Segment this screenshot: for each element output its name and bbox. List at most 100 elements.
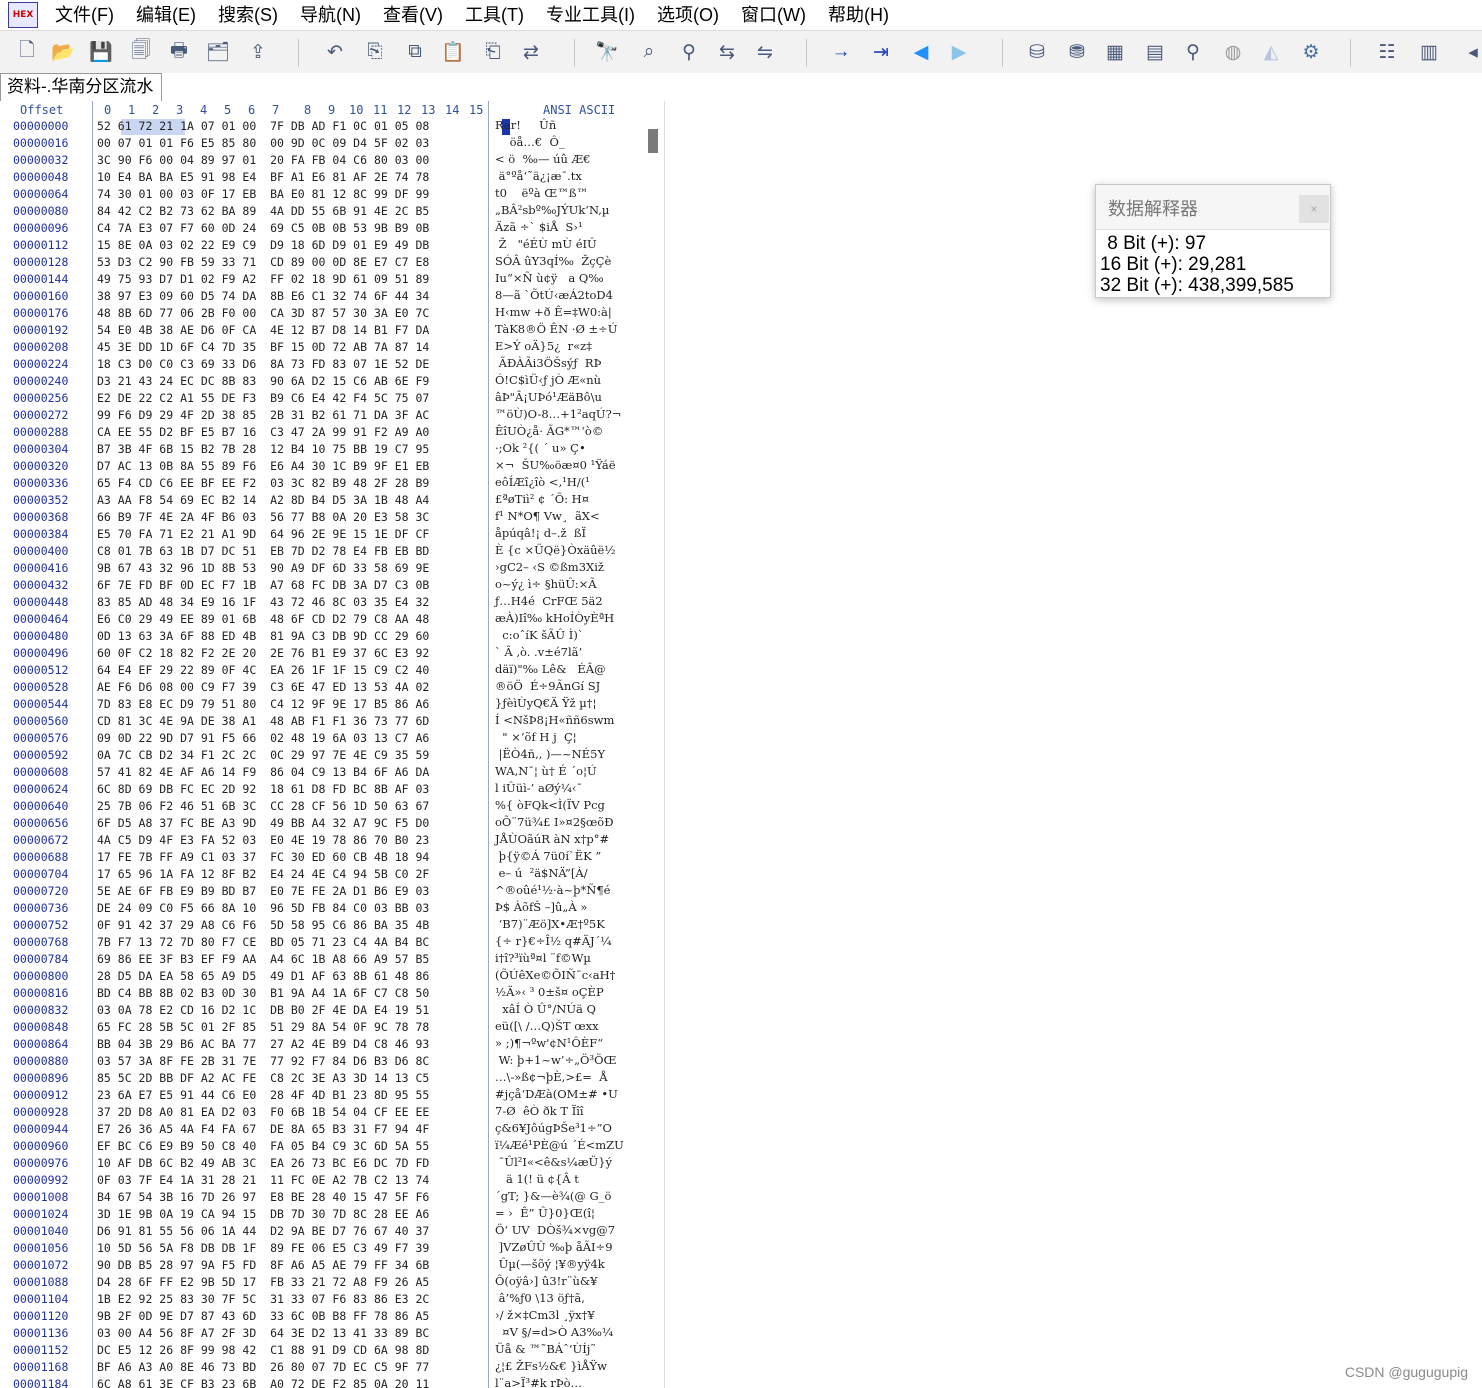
row-ascii[interactable]: ^®oûé¹½·à~þ*Ñ¶é	[495, 883, 610, 897]
chart-icon[interactable]: ◭	[1256, 37, 1286, 67]
row-ascii[interactable]: ï¼Æé¹PÈ@ú ´É<mZU	[495, 1138, 624, 1152]
row-ascii[interactable]: 7-Ø êÒ ðk T Ïîî	[495, 1104, 584, 1118]
row-ascii[interactable]: Ö‘ UV DÒš¾×vg@7	[495, 1223, 615, 1237]
row-hex-bytes[interactable]: 48 8B 6D 77 06 2B F0 00 CA 3D 87 57 30 3…	[97, 305, 429, 322]
row-hex-bytes[interactable]: CD 81 3C 4E 9A DE 38 A1 48 AB F1 F1 36 7…	[97, 713, 429, 730]
row-hex-bytes[interactable]: D4 28 6F FF E2 9B 5D 17 FB 33 21 72 A8 F…	[97, 1274, 429, 1291]
close-icon[interactable]: ×	[1299, 195, 1329, 223]
row-ascii[interactable]: %{ òFQk<Ì(ÏV Pcg	[495, 798, 605, 812]
row-hex-bytes[interactable]: D6 91 81 55 56 06 1A 44 D2 9A BE D7 76 6…	[97, 1223, 429, 1240]
row-ascii[interactable]: ç&6¥JôúgÞŠe³1÷”O	[495, 1121, 612, 1135]
save-all-icon[interactable]: 🗐	[126, 37, 156, 67]
row-ascii[interactable]: xâÍ Ò Û°/NÚä Q	[495, 1002, 596, 1016]
disk-add-icon[interactable]: ⛃	[1062, 37, 1092, 67]
row-hex-bytes[interactable]: BF A6 A3 A0 8E 46 73 BD 26 80 07 7D EC C…	[97, 1359, 429, 1376]
row-ascii[interactable]: £ªøTiì² ¢ ´Õ: H¤	[495, 492, 589, 506]
row-hex-bytes[interactable]: 03 57 3A 8F FE 2B 31 7E 77 92 F7 84 D6 B…	[97, 1053, 429, 1070]
row-hex-bytes[interactable]: AE F6 D6 08 00 C9 F7 39 C3 6E 47 ED 13 5…	[97, 679, 429, 696]
row-ascii[interactable]: Iu“×Ñ ù¢ÿ a Q‰	[495, 271, 604, 285]
row-hex-bytes[interactable]: E7 26 36 A5 4A F4 FA 67 DE 8A 65 B3 31 F…	[97, 1121, 429, 1138]
row-ascii[interactable]: f¹ N*O¶ Vw¸ ãX<	[495, 509, 600, 523]
row-ascii[interactable]: däï)"‰ Lê& ÉÂ@	[495, 662, 606, 676]
row-hex-bytes[interactable]: 6C A8 61 3E CF B3 23 6B A0 72 DE F2 85 0…	[97, 1376, 429, 1388]
row-ascii[interactable]: » ;)¶¬ºw'¢N¹ÔÈF“	[495, 1036, 603, 1050]
row-ascii[interactable]: ·;Ok ²{( ´ u» Ç•	[495, 441, 586, 455]
copy-icon[interactable]: ⎘	[360, 37, 390, 67]
row-hex-bytes[interactable]: 17 FE 7B FF A9 C1 03 37 FC 30 ED 60 CB 4…	[97, 849, 429, 866]
paste-write-icon[interactable]: ⎗	[478, 37, 508, 67]
disk-open-icon[interactable]: ⛁	[1022, 37, 1052, 67]
replace-hex-icon[interactable]: ⇋	[750, 37, 780, 67]
calculator-icon[interactable]: ▤	[1140, 37, 1170, 67]
row-hex-bytes[interactable]: 37 2D D8 A0 81 EA D2 03 F0 6B 1B 54 04 C…	[97, 1104, 429, 1121]
row-ascii[interactable]: Ûµ(—šõý ¦¥®yÿ4k	[495, 1257, 605, 1271]
globe-icon[interactable]: ◍	[1218, 37, 1248, 67]
row-hex-bytes[interactable]: E5 70 FA 71 E2 21 A1 9D 64 96 2E 9E 15 1…	[97, 526, 429, 543]
menu-item[interactable]: 导航(N)	[289, 0, 372, 30]
row-hex-bytes[interactable]: 7D 83 E8 EC D9 79 51 80 C4 12 9F 9E 17 B…	[97, 696, 429, 713]
row-ascii[interactable]: „BÂ²sbº‰JÝUk‘N,µ	[495, 203, 609, 217]
more-arrow-icon[interactable]: ◂	[1458, 37, 1482, 67]
menu-item[interactable]: 编辑(E)	[125, 0, 207, 30]
data-interpreter-panel[interactable]: 数据解释器 × 8 Bit (+): 97 16 Bit (+): 29,281…	[1095, 184, 1331, 298]
row-hex-bytes[interactable]: 28 D5 DA EA 58 65 A9 D5 49 D1 AF 63 8B 6…	[97, 968, 429, 985]
goto-position-icon[interactable]: ⇥	[866, 37, 896, 67]
row-hex-bytes[interactable]: 17 65 96 1A FA 12 8F B2 E4 24 4E C4 94 5…	[97, 866, 429, 883]
row-ascii[interactable]: âÞ"Â¡UÞó¹ÆäBô\u	[495, 390, 602, 404]
row-ascii[interactable]: ½Ä»‹ ³ 0±š¤ oÇÈP	[495, 985, 604, 999]
row-hex-bytes[interactable]: 3D 1E 9B 0A 19 CA 94 15 DB 7D 30 7D 8C 2…	[97, 1206, 429, 1223]
row-ascii[interactable]: ®öÖ É÷9ÃnGí SJ	[495, 679, 600, 693]
row-hex-bytes[interactable]: 85 5C 2D BB DF A2 AC FE C8 2C 3E A3 3D 1…	[97, 1070, 429, 1087]
row-ascii[interactable]: Þ$ ÀõfŠ –]û„À »	[495, 900, 587, 914]
undo-icon[interactable]: ↶	[320, 37, 350, 67]
row-ascii[interactable]: eü([\ /…Q)ŠT œxx	[495, 1019, 599, 1033]
row-ascii[interactable]: Ó!C$ìÜ‹ƒ jÒ Æ«nù	[495, 373, 601, 387]
row-hex-bytes[interactable]: D3 21 43 24 EC DC 8B 83 90 6A D2 15 C6 A…	[97, 373, 429, 390]
upload-icon[interactable]: ⇪	[243, 37, 273, 67]
view-options-icon[interactable]: ☷	[1372, 37, 1402, 67]
row-ascii[interactable]: E>Ý oÄ}5¿ r«z‡	[495, 339, 592, 353]
row-ascii[interactable]: þ{ÿ©Á 7ü0í`ËK ”	[495, 849, 602, 863]
convert-icon[interactable]: ⇄	[516, 37, 546, 67]
row-ascii[interactable]: = › Ê” Û}0}Œ(î¦	[495, 1206, 595, 1220]
row-ascii[interactable]: ¿¦£ ŽFs½&€ }ìÅŸw	[495, 1359, 607, 1373]
cut-copy-icon[interactable]: ⧉	[400, 37, 430, 67]
row-ascii[interactable]: Üå & ™˜BÁˆ‘ÙÍj˜	[495, 1342, 596, 1356]
row-hex-bytes[interactable]: 52 61 72 21 1A 07 01 00 7F DB AD F1 0C 0…	[97, 118, 429, 135]
menu-item[interactable]: 帮助(H)	[817, 0, 900, 30]
row-hex-bytes[interactable]: 00 07 01 01 F6 E5 85 80 00 9D 0C 09 D4 5…	[97, 135, 429, 152]
row-ascii[interactable]: åpúqâ!¡ d–.ž ßÏ	[495, 526, 586, 540]
row-ascii[interactable]: l¨a>Ï³#k rÞò…	[495, 1376, 589, 1388]
menu-item[interactable]: 工具(T)	[454, 0, 535, 30]
row-hex-bytes[interactable]: 65 F4 CD C6 EE BF EE F2 03 3C 82 B9 48 2…	[97, 475, 429, 492]
row-hex-bytes[interactable]: 4A C5 D9 4F E3 FA 52 03 E0 4E 19 78 86 7…	[97, 832, 429, 849]
row-ascii[interactable]: H‹mw +ð Ê=‡W0:à|	[495, 305, 612, 319]
row-ascii[interactable]: oÕ¨7ü¾£ I»¤2§œõÐ	[495, 815, 613, 829]
row-ascii[interactable]: 8—ã `ÕtÚ‹æÁ2toD4	[495, 288, 613, 302]
row-ascii[interactable]: TàK8®Ö ÊN ·Ø ±÷Ú	[495, 322, 618, 336]
magnifier-icon[interactable]: ⚲	[1178, 37, 1208, 67]
ram-icon[interactable]: ▦	[1100, 37, 1130, 67]
row-ascii[interactable]: Rar! Û­ñ	[495, 118, 556, 132]
open-folder-icon[interactable]: 📂	[48, 37, 78, 67]
row-hex-bytes[interactable]: 69 86 EE 3F B3 EF F9 AA A4 6C 1B A8 66 A…	[97, 951, 429, 968]
row-hex-bytes[interactable]: DE 24 09 C0 F5 66 8A 10 96 5D FB 84 C0 0…	[97, 900, 429, 917]
row-hex-bytes[interactable]: 65 FC 28 5B 5C 01 2F 85 51 29 8A 54 0F 9…	[97, 1019, 429, 1036]
row-ascii[interactable]: e– ú ²ä$NÄ”[À/	[495, 866, 588, 880]
row-hex-bytes[interactable]: B7 3B 4F 6B 15 B2 7B 28 12 B4 10 75 BB 1…	[97, 441, 429, 458]
menu-item[interactable]: 专业工具(I)	[535, 0, 646, 30]
back-icon[interactable]: ◀	[906, 37, 936, 67]
row-ascii[interactable]: JÅÙOãúR àN x†p°#	[495, 832, 609, 846]
row-hex-bytes[interactable]: 53 D3 C2 90 FB 59 33 71 CD 89 00 0D 8E E…	[97, 254, 429, 271]
row-ascii[interactable]: eôÍÆî¿îò <‚¹H/(¹	[495, 475, 590, 489]
row-ascii[interactable]: ×¬ ŠU‰öæ¤0 ¹Ÿáë	[495, 458, 616, 472]
row-hex-bytes[interactable]: 03 00 A4 56 8F A7 2F 3D 64 3E D2 13 41 3…	[97, 1325, 429, 1342]
row-ascii[interactable]: c:oˆíK šÃÛ Ì)`	[495, 628, 583, 642]
row-hex-bytes[interactable]: 84 42 C2 B2 73 62 BA 89 4A DD 55 6B 91 4…	[97, 203, 429, 220]
row-ascii[interactable]: < ö ‰— úû Æ€	[495, 152, 590, 166]
row-ascii[interactable]: Í <NšÞ8¡H«ññ6swm	[495, 713, 614, 727]
row-ascii[interactable]: o~ý¿ ì÷ §hüÛ:×Ã	[495, 577, 597, 591]
row-hex-bytes[interactable]: 83 85 AD 48 34 E9 16 1F 43 72 46 8C 03 3…	[97, 594, 429, 611]
row-hex-bytes[interactable]: 3C 90 F6 00 04 89 97 01 20 FA FB 04 C6 8…	[97, 152, 429, 169]
row-ascii[interactable]: {÷ r}€÷Î½ q#ÄJ´¼	[495, 934, 612, 948]
